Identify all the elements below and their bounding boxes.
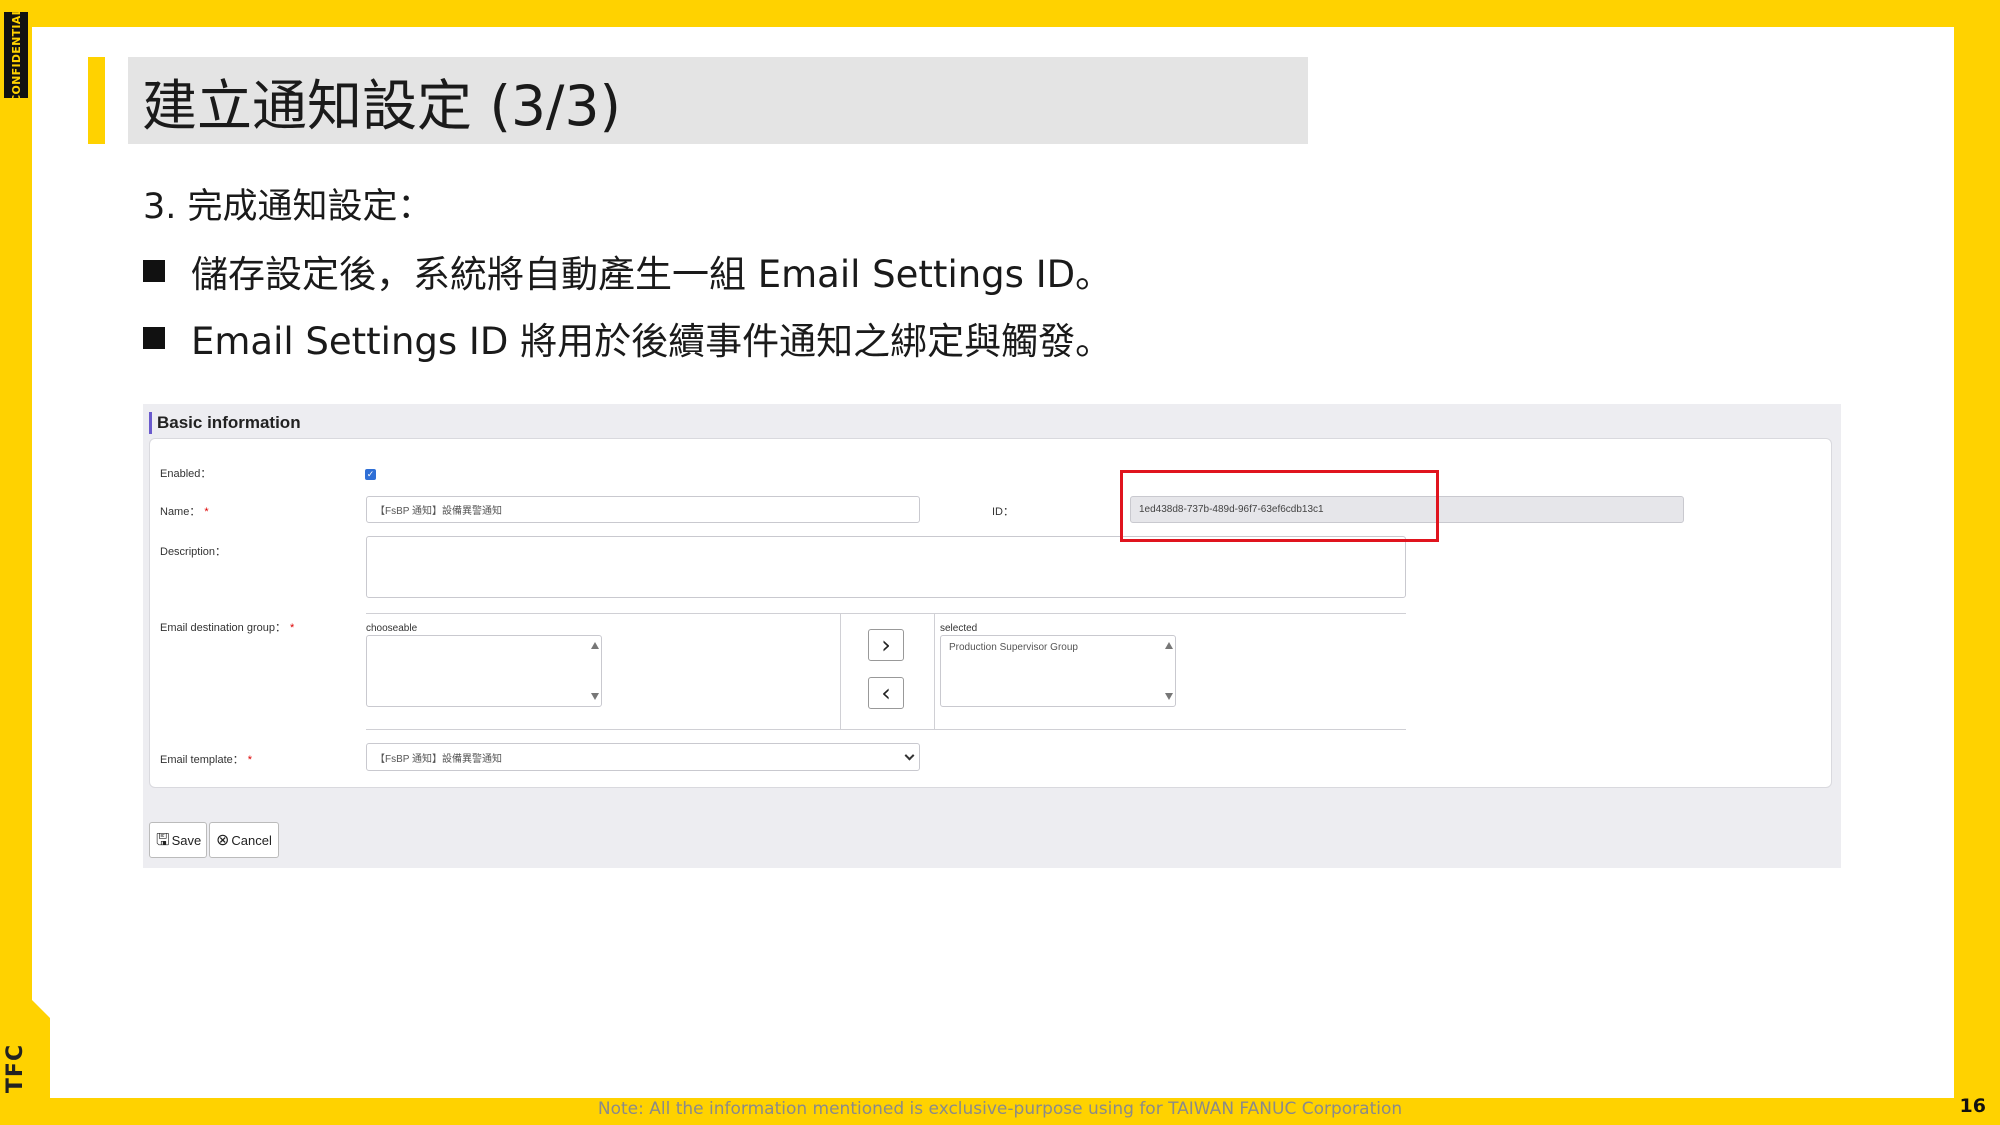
scroll-down-icon[interactable] (591, 693, 599, 700)
email-template-label: Email template： * (160, 754, 253, 766)
footer-note: Note: All the information mentioned is e… (597, 1099, 1403, 1119)
chevron-down-icon (904, 750, 915, 761)
close-circle-icon: ⊗ (216, 830, 230, 849)
name-input[interactable]: 【FsBP 通知】設備異警通知 (366, 496, 920, 523)
move-right-button[interactable]: › (868, 629, 904, 661)
title-accent-bar (88, 57, 105, 144)
save-button[interactable]: 🖫 Save (149, 822, 207, 858)
tfc-logo: TFC (3, 1043, 29, 1093)
move-left-button[interactable]: ‹ (868, 677, 904, 709)
bullet-text: 儲存設定後，系統將自動產生一組 Email Settings ID。 (191, 253, 1113, 296)
dual-list-divider (934, 613, 935, 729)
title-banner: 建立通知設定 (3/3) (128, 57, 1308, 144)
enabled-label: Enabled： (160, 468, 212, 480)
bullet-square-icon (143, 327, 165, 349)
chooseable-listbox[interactable] (366, 635, 602, 707)
basic-info-panel: Enabled： ✓ Name： * 【FsBP 通知】設備異警通知 ID： 1e… (149, 438, 1832, 788)
description-label: Description： (160, 546, 227, 558)
bullet-square-icon (143, 260, 165, 282)
selected-listbox[interactable]: Production Supervisor Group (940, 635, 1176, 707)
list-item[interactable]: Production Supervisor Group (949, 642, 1167, 653)
page-title: 建立通知設定 (3/3) (142, 73, 621, 138)
dual-list-divider (840, 613, 841, 729)
description-textarea[interactable] (366, 536, 1406, 598)
selected-label: selected (940, 623, 978, 634)
scroll-down-icon[interactable] (1165, 693, 1173, 700)
id-highlight-box (1120, 470, 1439, 542)
name-label: Name： * (160, 506, 209, 518)
confidential-tag: CONFIDENTIAL (4, 8, 28, 102)
scroll-up-icon[interactable] (591, 642, 599, 649)
selected-template: 【FsBP 通知】設備異警通知 (375, 753, 503, 765)
dual-list-top-border (366, 613, 1406, 614)
id-label: ID： (992, 506, 1014, 518)
chooseable-label: chooseable (366, 623, 418, 634)
email-template-select[interactable]: 【FsBP 通知】設備異警通知 (366, 743, 920, 771)
bullet-item: Email Settings ID 將用於後續事件通知之綁定與觸發。 (143, 311, 1112, 365)
cancel-button[interactable]: ⊗ Cancel (209, 822, 279, 858)
scroll-up-icon[interactable] (1165, 642, 1173, 649)
floppy-disk-icon: 🖫 (156, 830, 170, 849)
email-settings-form-screenshot: Basic information Enabled： ✓ Name： * 【FsB… (143, 404, 1841, 868)
section-title: Basic information (149, 412, 301, 434)
bullet-item: 儲存設定後，系統將自動產生一組 Email Settings ID。 (143, 244, 1112, 298)
page-number: 16 (1959, 1095, 1986, 1117)
bullet-text: Email Settings ID 將用於後續事件通知之綁定與觸發。 (191, 320, 1113, 363)
dual-list-bottom-border (366, 729, 1406, 730)
email-group-label: Email destination group： * (160, 622, 295, 634)
enabled-checkbox[interactable]: ✓ (365, 469, 376, 480)
step-heading: 3. 完成通知設定： (143, 187, 433, 227)
